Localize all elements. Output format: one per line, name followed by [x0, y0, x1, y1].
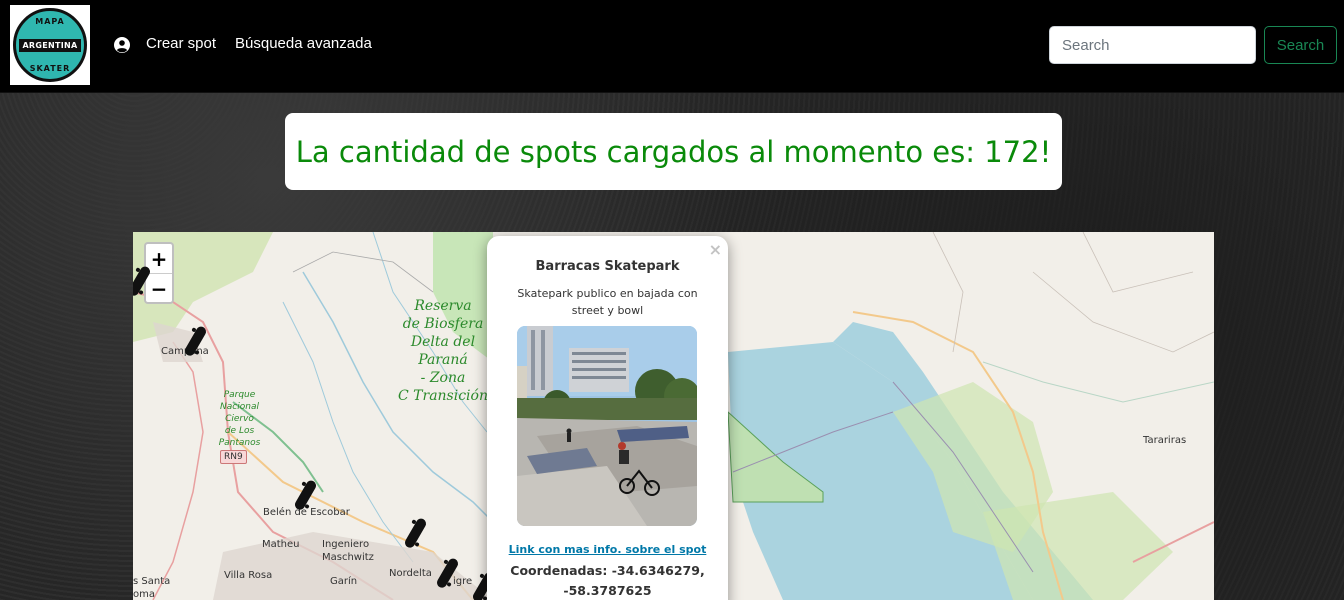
search-button[interactable]: Search [1264, 26, 1337, 64]
city-label-tarariras: Tarariras [1143, 435, 1187, 446]
nav-busqueda-avanzada[interactable]: Búsqueda avanzada [235, 35, 372, 52]
spot-photo [517, 326, 697, 526]
city-label-ingeniero: Ingeniero [322, 539, 370, 550]
city-label-matheu: Matheu [262, 539, 300, 550]
logo-badge: MAPA ARGENTINA SKATER [13, 8, 87, 82]
search-input[interactable] [1049, 26, 1256, 64]
popup-title: Barracas Skatepark [535, 259, 680, 274]
navbar: MAPA ARGENTINA SKATER Crear spot Búsqued… [0, 0, 1344, 93]
city-label-villa-rosa: Villa Rosa [224, 570, 273, 581]
city-label-roma: oma [133, 589, 155, 600]
popup-close-icon[interactable]: × [709, 240, 722, 259]
popup-coordinates: Coordenadas: -34.6346279, -58.3787625 [510, 563, 705, 598]
park-label: Parque Nacional Ciervo de Los Pantanos [218, 390, 261, 448]
spot-count-banner: La cantidad de spots cargados al momento… [285, 113, 1062, 190]
reserve-label: Reserva de Biosfera Delta del Paraná - Z… [398, 298, 488, 404]
skateboard-icon[interactable] [291, 476, 319, 516]
city-label-garin: Garín [330, 576, 358, 587]
skateboard-icon[interactable] [181, 322, 209, 362]
city-label-nordelta: Nordelta [389, 568, 432, 579]
spot-count-text: La cantidad de spots cargados al momento… [295, 134, 1052, 169]
logo-band-text: ARGENTINA [19, 38, 81, 52]
skateboard-icon[interactable] [401, 514, 429, 554]
map[interactable]: + − Reserva de Biosfera Delta del Paraná… [133, 232, 1214, 600]
popup-more-info-link[interactable]: Link con mas info. sobre el spot [487, 543, 728, 556]
logo-top-text: MAPA [35, 17, 65, 26]
logo[interactable]: MAPA ARGENTINA SKATER [10, 5, 90, 85]
spot-popup: × Barracas Skatepark Skatepark publico e… [487, 236, 728, 600]
city-label-santa: s Santa [133, 576, 171, 587]
skateboard-icon[interactable] [433, 554, 461, 594]
road-badge: RN9 [220, 450, 247, 464]
city-label-maschwitz: Maschwitz [322, 552, 374, 563]
logo-bottom-text: SKATER [29, 64, 71, 73]
skateboard-icon[interactable] [133, 262, 153, 302]
popup-description: Skatepark publico en bajada con street y… [517, 287, 698, 317]
user-circle-icon [114, 37, 130, 53]
nav-crear-spot[interactable]: Crear spot [146, 35, 216, 52]
